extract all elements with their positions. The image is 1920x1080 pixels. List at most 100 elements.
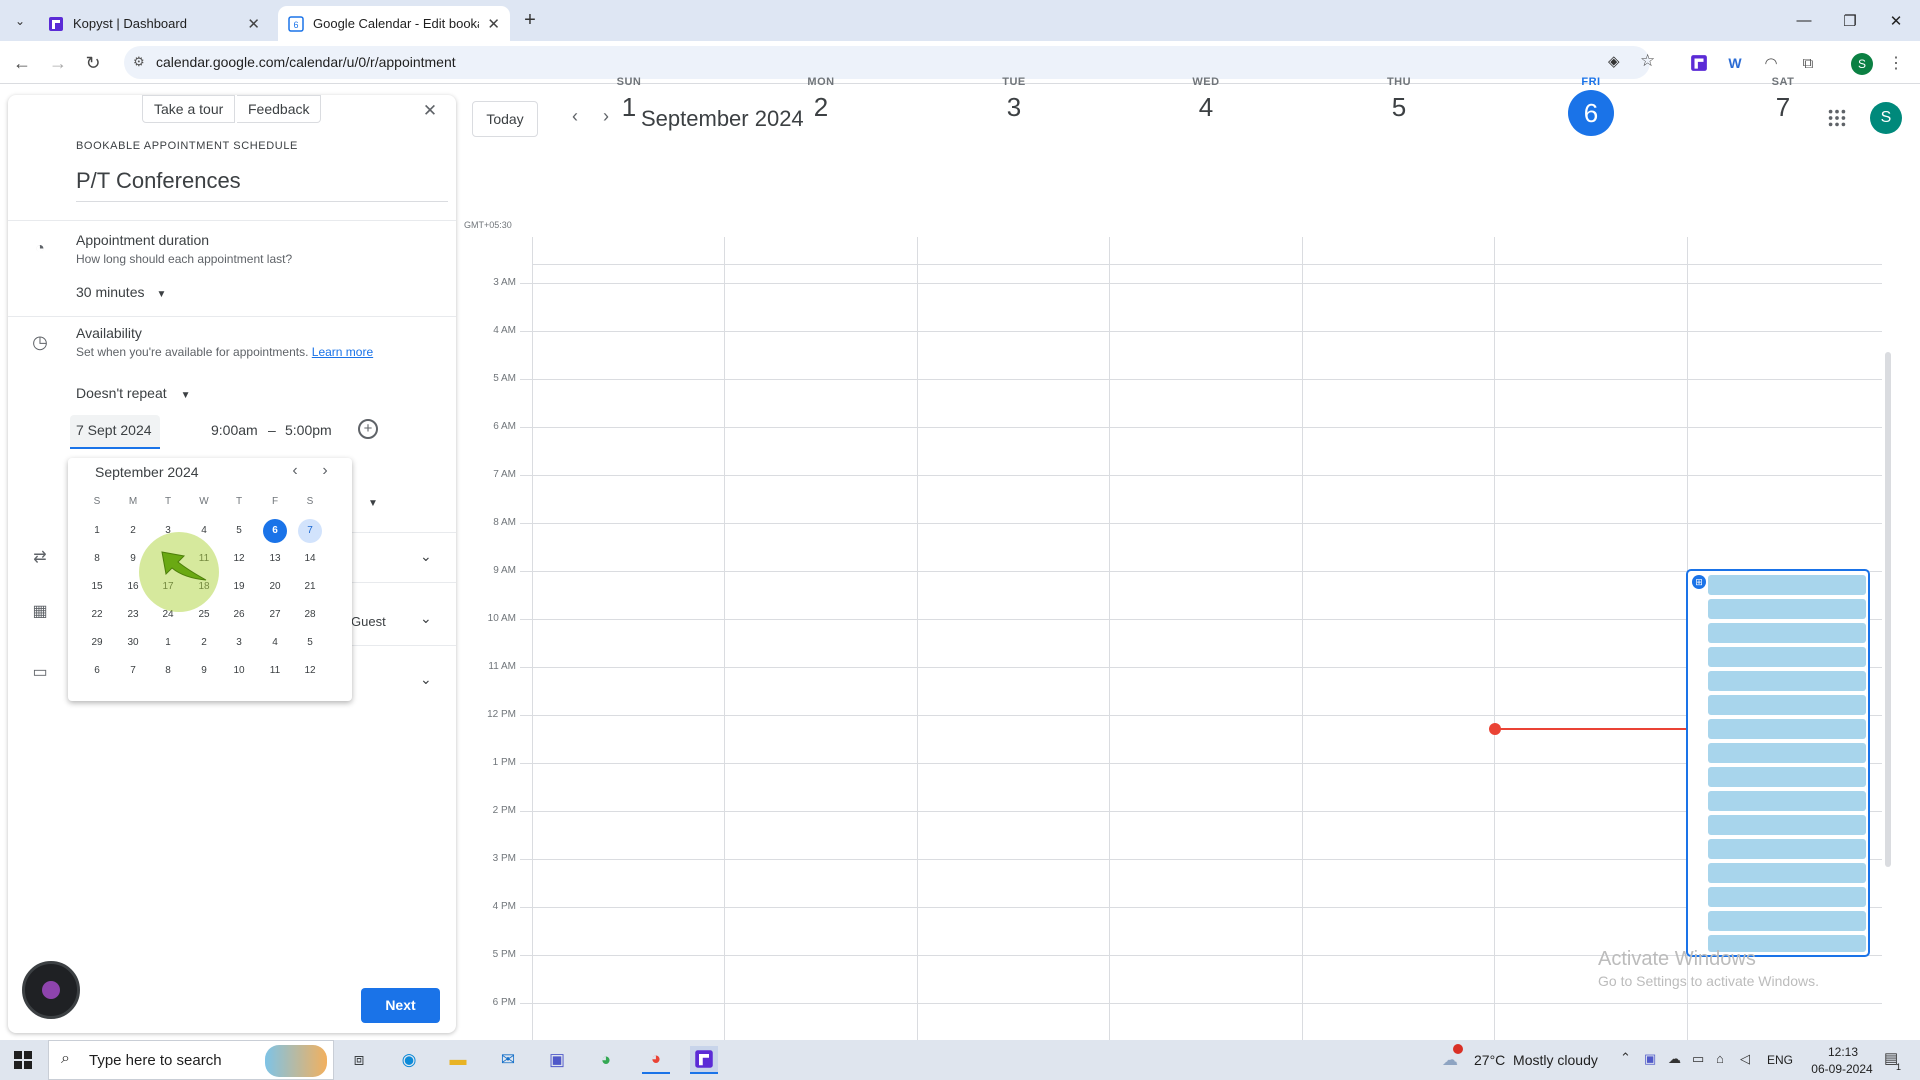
appointment-slot[interactable] <box>1708 839 1866 859</box>
picker-day[interactable]: 19 <box>227 575 251 599</box>
picker-day[interactable]: 4 <box>263 631 287 655</box>
file-explorer-icon[interactable]: ▬ <box>444 1046 472 1074</box>
picker-day[interactable]: 20 <box>263 575 287 599</box>
learn-more-link[interactable]: Learn more <box>312 345 373 359</box>
day-header-mon[interactable]: MON 2 <box>781 76 861 123</box>
date-input[interactable]: 7 Sept 2024 <box>70 415 160 449</box>
expand-chevron-icon[interactable]: ⌄ <box>420 548 432 565</box>
expand-chevron-icon[interactable]: ⌄ <box>420 610 432 627</box>
edge-browser-icon[interactable]: ◉ <box>395 1046 423 1074</box>
appointment-slot[interactable] <box>1708 863 1866 883</box>
appointment-slot[interactable] <box>1708 767 1866 787</box>
picker-day[interactable]: 2 <box>121 519 145 543</box>
tray-network-icon[interactable]: ⌂ <box>1716 1051 1724 1066</box>
bookmark-star-icon[interactable]: ☆ <box>1640 51 1655 71</box>
picker-day[interactable]: 1 <box>156 631 180 655</box>
next-button[interactable]: Next <box>361 988 440 1023</box>
appointment-slot[interactable] <box>1708 647 1866 667</box>
picker-day[interactable]: 22 <box>85 603 109 627</box>
picker-day[interactable]: 9 <box>192 659 216 683</box>
account-avatar[interactable]: S <box>1870 102 1902 134</box>
tray-teams-icon[interactable]: ▣ <box>1644 1051 1656 1067</box>
picker-day[interactable]: 5 <box>227 519 251 543</box>
appointment-slot[interactable] <box>1708 599 1866 619</box>
tab-google-calendar[interactable]: 6 Google Calendar - Edit bookab ✕ <box>278 6 510 41</box>
close-panel-icon[interactable]: ✕ <box>420 101 440 121</box>
back-icon[interactable]: ← <box>8 49 36 77</box>
tray-device-icon[interactable]: ▭ <box>1692 1051 1704 1067</box>
windows-start-icon[interactable] <box>9 1046 37 1074</box>
kopyst-extension-icon[interactable] <box>1689 53 1709 73</box>
reload-icon[interactable]: ↻ <box>79 49 107 77</box>
expand-chevron-icon[interactable]: ⌄ <box>420 671 432 688</box>
day-header-tue[interactable]: TUE 3 <box>974 76 1054 123</box>
restore-icon[interactable]: ❐ <box>1827 0 1873 41</box>
appointment-slot[interactable] <box>1708 623 1866 643</box>
appointment-slot[interactable] <box>1708 719 1866 739</box>
day-header-sat[interactable]: SAT 7 <box>1743 76 1823 123</box>
close-tab-icon[interactable]: ✕ <box>247 15 260 33</box>
tray-onedrive-icon[interactable]: ☁ <box>1668 1051 1681 1067</box>
chrome-profile-s-icon[interactable]: ◕ <box>642 1046 670 1074</box>
feedback-button[interactable]: Feedback <box>237 95 322 123</box>
picker-prev-month-icon[interactable]: ‹ <box>286 462 304 480</box>
previous-week-icon[interactable]: ‹ <box>563 106 587 130</box>
appointment-slot[interactable] <box>1708 743 1866 763</box>
schedule-title-input[interactable]: P/T Conferences <box>76 168 448 202</box>
appointment-slot[interactable] <box>1708 695 1866 715</box>
clock-time[interactable]: 12:13 <box>1818 1045 1868 1059</box>
picker-day[interactable]: 26 <box>227 603 251 627</box>
picker-day[interactable]: 14 <box>298 547 322 571</box>
appointment-slot[interactable] <box>1708 575 1866 595</box>
close-window-icon[interactable]: ✕ <box>1873 0 1919 41</box>
appointment-slot[interactable] <box>1708 911 1866 931</box>
picker-day[interactable]: 10 <box>227 659 251 683</box>
clock-date[interactable]: 06-09-2024 <box>1800 1062 1884 1076</box>
picker-day[interactable]: 21 <box>298 575 322 599</box>
task-view-icon[interactable]: ⧈ <box>345 1046 373 1074</box>
assistant-orb-button[interactable] <box>22 961 80 1019</box>
picker-day[interactable]: 28 <box>298 603 322 627</box>
duration-dropdown[interactable]: 30 minutes ▼ <box>76 284 166 300</box>
arc-extension-icon[interactable]: ◠ <box>1761 53 1781 73</box>
day-header-sun[interactable]: SUN 1 <box>589 76 669 123</box>
profile-avatar[interactable]: S <box>1851 53 1873 75</box>
picker-day[interactable]: 7 <box>298 519 322 543</box>
omnibox[interactable]: ⚙ calendar.google.com/calendar/u/0/r/app… <box>124 46 1655 79</box>
close-tab-icon[interactable]: ✕ <box>487 15 500 33</box>
today-button[interactable]: Today <box>472 101 538 137</box>
tab-kopyst[interactable]: Kopyst | Dashboard ✕ <box>38 6 270 41</box>
day-header-thu[interactable]: THU 5 <box>1359 76 1439 123</box>
scrollbar-thumb[interactable] <box>1885 352 1891 867</box>
minimize-icon[interactable]: — <box>1781 0 1827 41</box>
word-extension-icon[interactable]: W <box>1725 53 1745 73</box>
picker-day[interactable]: 12 <box>298 659 322 683</box>
picker-day[interactable]: 6 <box>85 659 109 683</box>
weather-text[interactable]: 27°C Mostly cloudy <box>1474 1052 1598 1068</box>
repeat-dropdown[interactable]: Doesn't repeat ▼ <box>76 385 191 401</box>
site-info-icon[interactable]: ⚙ <box>133 54 145 70</box>
tray-volume-icon[interactable]: ◁ <box>1740 1051 1750 1067</box>
picker-day[interactable]: 30 <box>121 631 145 655</box>
eye-off-icon[interactable]: ◈ <box>1608 52 1620 70</box>
picker-day[interactable]: 11 <box>263 659 287 683</box>
picker-day[interactable]: 3 <box>227 631 251 655</box>
taskbar-search-box[interactable]: ⌕ Type here to search <box>48 1040 334 1080</box>
end-time-field[interactable]: 5:00pm <box>285 422 332 438</box>
day-header-wed[interactable]: WED 4 <box>1166 76 1246 123</box>
language-indicator[interactable]: ENG <box>1767 1053 1793 1067</box>
picker-day[interactable]: 13 <box>263 547 287 571</box>
extensions-puzzle-icon[interactable]: ⧉ <box>1798 53 1818 73</box>
appointment-slot[interactable] <box>1708 887 1866 907</box>
appointment-slot[interactable] <box>1708 671 1866 691</box>
chrome-profile-a-icon[interactable]: ◕ <box>592 1046 620 1074</box>
google-apps-icon[interactable] <box>1826 107 1850 131</box>
new-tab-icon[interactable]: + <box>520 9 540 31</box>
add-time-icon[interactable]: + <box>358 419 378 439</box>
appointment-slot[interactable] <box>1708 815 1866 835</box>
appointment-slot[interactable] <box>1708 791 1866 811</box>
start-time-field[interactable]: 9:00am <box>211 422 258 438</box>
picker-day[interactable]: 8 <box>156 659 180 683</box>
picker-day[interactable]: 1 <box>85 519 109 543</box>
mail-icon[interactable]: ✉ <box>494 1046 522 1074</box>
